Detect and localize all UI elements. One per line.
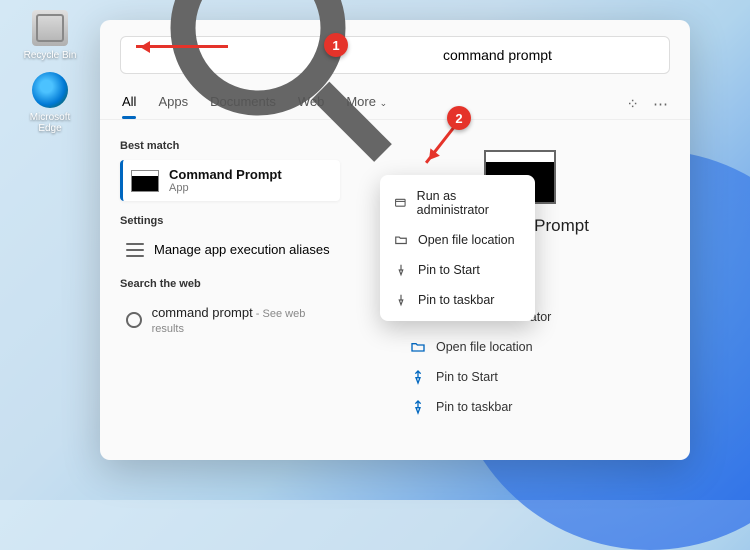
sliders-icon xyxy=(126,243,144,257)
tab-more[interactable]: More ⌄ xyxy=(346,88,387,119)
desktop-icon-label: Microsoft Edge xyxy=(20,112,80,134)
desktop-icon-label: Recycle Bin xyxy=(20,50,80,61)
ctx-pin-to-taskbar[interactable]: Pin to taskbar xyxy=(380,285,535,315)
start-search-panel: All Apps Documents Web More ⌄ ⁘ ⋯ Best m… xyxy=(100,20,690,460)
pin-icon xyxy=(410,369,426,385)
ctx-open-file-location[interactable]: Open file location xyxy=(380,225,535,255)
result-title: Command Prompt xyxy=(169,167,282,182)
ctx-run-as-admin[interactable]: Run as administrator xyxy=(380,181,535,225)
action-pin-to-taskbar[interactable]: Pin to taskbar xyxy=(410,392,670,422)
command-prompt-icon xyxy=(131,170,159,192)
search-input[interactable] xyxy=(443,47,657,63)
admin-window-icon xyxy=(394,196,407,210)
annotation-badge-2: 2 xyxy=(447,106,471,130)
context-menu: Run as administrator Open file location … xyxy=(380,175,535,321)
pin-icon xyxy=(394,263,408,277)
desktop-icon-recycle-bin[interactable]: Recycle Bin xyxy=(20,10,80,61)
result-command-prompt[interactable]: Command Prompt App xyxy=(120,160,340,201)
section-search-web: Search the web xyxy=(120,278,340,290)
edge-icon xyxy=(32,72,68,108)
pin-icon xyxy=(394,293,408,307)
more-options-icon[interactable]: ⋯ xyxy=(653,95,668,113)
result-web-search[interactable]: command prompt - See web results xyxy=(120,298,340,342)
result-settings-aliases[interactable]: Manage app execution aliases xyxy=(120,235,340,264)
pin-icon xyxy=(410,399,426,415)
web-term: command prompt xyxy=(152,305,253,320)
desktop-icon-edge[interactable]: Microsoft Edge xyxy=(20,72,80,134)
section-settings: Settings xyxy=(120,215,340,227)
result-type: App xyxy=(169,182,282,194)
action-open-file-location[interactable]: Open file location xyxy=(410,332,670,362)
folder-icon xyxy=(394,233,408,247)
tab-web[interactable]: Web xyxy=(298,88,325,119)
search-icon xyxy=(126,312,142,328)
annotation-badge-1: 1 xyxy=(324,33,348,57)
share-icon[interactable]: ⁘ xyxy=(626,95,639,113)
chevron-down-icon: ⌄ xyxy=(380,98,388,108)
results-column: Best match Command Prompt App Settings M… xyxy=(100,120,350,444)
ctx-pin-to-start[interactable]: Pin to Start xyxy=(380,255,535,285)
tab-documents[interactable]: Documents xyxy=(210,88,276,119)
action-pin-to-start[interactable]: Pin to Start xyxy=(410,362,670,392)
section-best-match: Best match xyxy=(120,140,340,152)
folder-icon xyxy=(410,339,426,355)
annotation-arrow-1 xyxy=(136,45,228,48)
tab-all[interactable]: All xyxy=(122,88,136,119)
search-box[interactable] xyxy=(120,36,670,74)
result-label: Manage app execution aliases xyxy=(154,242,330,257)
tab-apps[interactable]: Apps xyxy=(158,88,188,119)
recycle-bin-icon xyxy=(32,10,68,46)
